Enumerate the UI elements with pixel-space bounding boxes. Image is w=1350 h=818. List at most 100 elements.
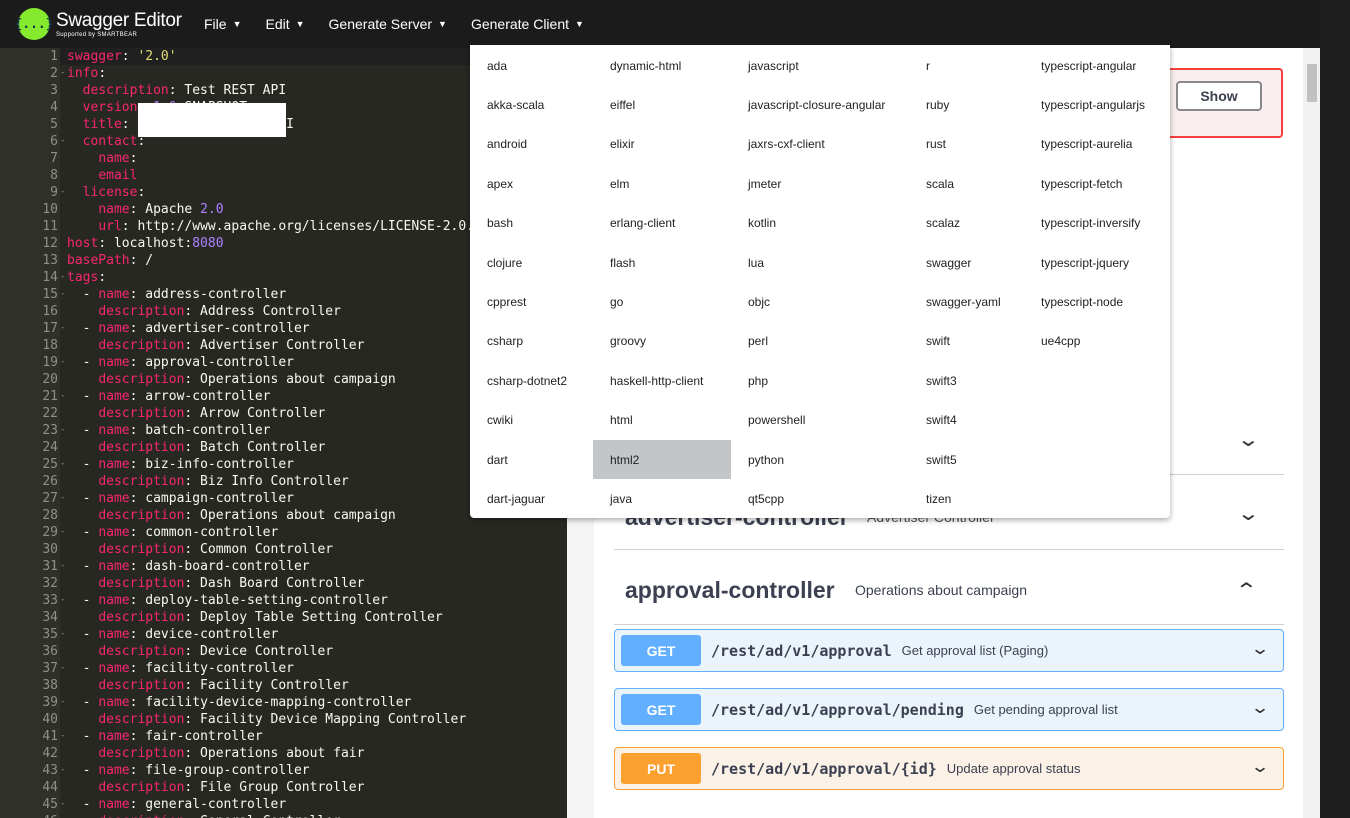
fold-marker-icon[interactable]: [60, 473, 67, 490]
generator-option[interactable]: swift4: [909, 401, 1024, 440]
operation-row[interactable]: GET /rest/ad/v1/approval Get approval li…: [614, 629, 1284, 672]
fold-marker-icon[interactable]: -: [60, 694, 67, 711]
fold-marker-icon[interactable]: -: [60, 592, 67, 609]
generator-option[interactable]: csharp: [470, 322, 593, 361]
editor-line[interactable]: 41- - name: fair-controller: [0, 728, 567, 745]
fold-marker-icon[interactable]: [60, 201, 67, 218]
generator-option[interactable]: ue4cpp: [1024, 322, 1170, 361]
swagger-logo[interactable]: {...} Swagger Editor Supported by SMARTB…: [14, 8, 190, 40]
generator-option[interactable]: erlang-client: [593, 204, 731, 243]
editor-line[interactable]: 35- - name: device-controller: [0, 626, 567, 643]
generator-option[interactable]: clojure: [470, 243, 593, 282]
generator-option[interactable]: java: [593, 479, 731, 518]
generator-option[interactable]: kotlin: [731, 204, 909, 243]
editor-line[interactable]: 39- - name: facility-device-mapping-cont…: [0, 694, 567, 711]
generator-option[interactable]: python: [731, 440, 909, 479]
generator-option[interactable]: scala: [909, 164, 1024, 203]
generator-option[interactable]: dart-jaguar: [470, 479, 593, 518]
fold-marker-icon[interactable]: -: [60, 184, 67, 201]
fold-marker-icon[interactable]: [60, 439, 67, 456]
fold-marker-icon[interactable]: -: [60, 626, 67, 643]
generator-option[interactable]: elixir: [593, 125, 731, 164]
fold-marker-icon[interactable]: -: [60, 660, 67, 677]
fold-marker-icon[interactable]: -: [60, 524, 67, 541]
generator-option[interactable]: swift5: [909, 440, 1024, 479]
fold-marker-icon[interactable]: -: [60, 269, 67, 286]
generator-option[interactable]: apex: [470, 164, 593, 203]
editor-line[interactable]: 32 description: Dash Board Controller: [0, 575, 567, 592]
fold-marker-icon[interactable]: [60, 167, 67, 184]
generator-option[interactable]: qt5cpp: [731, 479, 909, 518]
generator-option[interactable]: flash: [593, 243, 731, 282]
generator-option[interactable]: typescript-fetch: [1024, 164, 1170, 203]
chevron-down-icon[interactable]: ⌄: [1250, 698, 1270, 718]
fold-marker-icon[interactable]: -: [60, 728, 67, 745]
fold-marker-icon[interactable]: [60, 609, 67, 626]
fold-marker-icon[interactable]: -: [60, 354, 67, 371]
menu-generate-server[interactable]: Generate Server ▼: [329, 16, 447, 32]
operation-row[interactable]: GET /rest/ad/v1/approval/pending Get pen…: [614, 688, 1284, 731]
fold-marker-icon[interactable]: -: [60, 762, 67, 779]
fold-marker-icon[interactable]: -: [60, 422, 67, 439]
generator-option[interactable]: lua: [731, 243, 909, 282]
generator-option[interactable]: bash: [470, 204, 593, 243]
fold-marker-icon[interactable]: [60, 643, 67, 660]
fold-marker-icon[interactable]: [60, 371, 67, 388]
preview-scrollbar[interactable]: [1303, 48, 1320, 818]
editor-line[interactable]: 42 description: Operations about fair: [0, 745, 567, 762]
fold-marker-icon[interactable]: -: [60, 286, 67, 303]
generator-option[interactable]: cwiki: [470, 401, 593, 440]
fold-marker-icon[interactable]: [60, 711, 67, 728]
fold-marker-icon[interactable]: [60, 99, 67, 116]
generator-option[interactable]: go: [593, 282, 731, 321]
generator-option[interactable]: swagger: [909, 243, 1024, 282]
operation-row[interactable]: PUT /rest/ad/v1/approval/{id} Update app…: [614, 747, 1284, 790]
generator-option[interactable]: typescript-aurelia: [1024, 125, 1170, 164]
editor-line[interactable]: 31- - name: dash-board-controller: [0, 558, 567, 575]
fold-marker-icon[interactable]: [60, 218, 67, 235]
generator-option[interactable]: ada: [470, 46, 593, 85]
generator-option[interactable]: swift: [909, 322, 1024, 361]
menu-generate-client[interactable]: Generate Client ▼: [471, 16, 584, 32]
generator-option[interactable]: objc: [731, 282, 909, 321]
generator-option[interactable]: javascript: [731, 46, 909, 85]
fold-marker-icon[interactable]: [60, 677, 67, 694]
editor-line[interactable]: 30 description: Common Controller: [0, 541, 567, 558]
fold-marker-icon[interactable]: -: [60, 133, 67, 150]
generator-option[interactable]: html: [593, 401, 731, 440]
generator-option[interactable]: akka-scala: [470, 85, 593, 124]
editor-line[interactable]: 46 description: General Controller: [0, 813, 567, 818]
fold-marker-icon[interactable]: -: [60, 490, 67, 507]
editor-line[interactable]: 36 description: Device Controller: [0, 643, 567, 660]
fold-marker-icon[interactable]: -: [60, 558, 67, 575]
fold-marker-icon[interactable]: -: [60, 796, 67, 813]
editor-line[interactable]: 43- - name: file-group-controller: [0, 762, 567, 779]
show-errors-button[interactable]: Show: [1176, 81, 1262, 111]
generator-option[interactable]: perl: [731, 322, 909, 361]
generator-option[interactable]: html2: [593, 440, 731, 479]
editor-line[interactable]: 33- - name: deploy-table-setting-control…: [0, 592, 567, 609]
generator-option[interactable]: haskell-http-client: [593, 361, 731, 400]
generator-option[interactable]: jaxrs-cxf-client: [731, 125, 909, 164]
editor-line[interactable]: 38 description: Facility Controller: [0, 677, 567, 694]
generator-option[interactable]: tizen: [909, 479, 1024, 518]
fold-marker-icon[interactable]: [60, 405, 67, 422]
generator-option[interactable]: csharp-dotnet2: [470, 361, 593, 400]
generator-option[interactable]: typescript-jquery: [1024, 243, 1170, 282]
generator-option[interactable]: javascript-closure-angular: [731, 85, 909, 124]
editor-line[interactable]: 34 description: Deploy Table Setting Con…: [0, 609, 567, 626]
fold-marker-icon[interactable]: [60, 813, 67, 818]
generator-option[interactable]: typescript-inversify: [1024, 204, 1170, 243]
generator-option[interactable]: eiffel: [593, 85, 731, 124]
fold-marker-icon[interactable]: [60, 82, 67, 99]
generator-option[interactable]: typescript-node: [1024, 282, 1170, 321]
generator-option[interactable]: cpprest: [470, 282, 593, 321]
editor-line[interactable]: 37- - name: facility-controller: [0, 660, 567, 677]
generator-option[interactable]: powershell: [731, 401, 909, 440]
generator-option[interactable]: r: [909, 46, 1024, 85]
fold-marker-icon[interactable]: [60, 252, 67, 269]
generator-option[interactable]: scalaz: [909, 204, 1024, 243]
fold-marker-icon[interactable]: -: [60, 320, 67, 337]
chevron-down-icon[interactable]: ⌄: [1250, 757, 1270, 777]
chevron-down-icon[interactable]: ⌄: [1237, 427, 1260, 452]
